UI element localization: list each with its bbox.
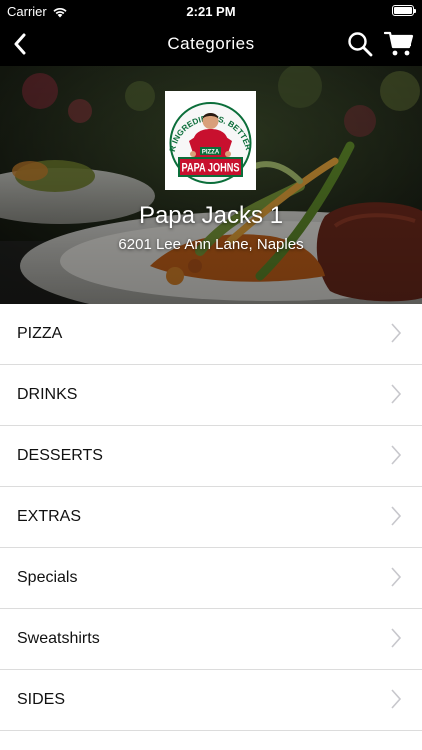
cart-icon	[384, 31, 414, 56]
chevron-right-icon	[391, 323, 402, 343]
chevron-right-icon	[391, 628, 402, 648]
category-item-desserts[interactable]: DESSERTS	[0, 426, 422, 487]
logo-badge-text: PIZZA	[202, 150, 220, 156]
category-item-sides[interactable]: SIDES	[0, 670, 422, 731]
category-label: Sweatshirts	[17, 630, 100, 647]
search-icon	[348, 32, 373, 57]
restaurant-logo: BETTER INGREDIENTS. BETTER PIZZA. PIZZA …	[165, 91, 256, 190]
category-label: DESSERTS	[17, 447, 103, 464]
category-item-extras[interactable]: EXTRAS	[0, 487, 422, 548]
category-label: EXTRAS	[17, 508, 82, 525]
restaurant-address: 6201 Lee Ann Lane, Naples	[118, 236, 304, 253]
restaurant-name: Papa Jacks 1	[138, 202, 284, 229]
status-time: 2:21 PM	[186, 4, 236, 19]
category-item-pizza[interactable]: PIZZA	[0, 304, 422, 365]
chevron-right-icon	[391, 689, 402, 709]
chevron-right-icon	[391, 567, 402, 587]
cart-button[interactable]	[382, 29, 416, 59]
search-button[interactable]	[346, 30, 374, 58]
navigation-bar: Categories	[0, 22, 422, 66]
logo-brand-text: PAPA JOHNS	[182, 163, 240, 175]
restaurant-header: BETTER INGREDIENTS. BETTER PIZZA. PIZZA …	[0, 66, 422, 304]
chevron-right-icon	[391, 445, 402, 465]
papa-johns-logo-image: BETTER INGREDIENTS. BETTER PIZZA. PIZZA …	[165, 91, 256, 190]
chevron-right-icon	[391, 506, 402, 526]
category-item-drinks[interactable]: DRINKS	[0, 365, 422, 426]
status-bar: Carrier 2:21 PM	[0, 0, 422, 22]
category-label: Specials	[17, 569, 78, 586]
category-item-sweatshirts[interactable]: Sweatshirts	[0, 609, 422, 670]
category-label: DRINKS	[17, 386, 78, 403]
battery-icon	[392, 5, 416, 16]
category-label: SIDES	[17, 691, 66, 708]
category-item-specials[interactable]: Specials	[0, 548, 422, 609]
category-list: PIZZA DRINKS DESSERTS EXTRAS Specials Sw…	[0, 304, 422, 731]
chevron-right-icon	[391, 384, 402, 404]
category-label: PIZZA	[17, 325, 63, 342]
